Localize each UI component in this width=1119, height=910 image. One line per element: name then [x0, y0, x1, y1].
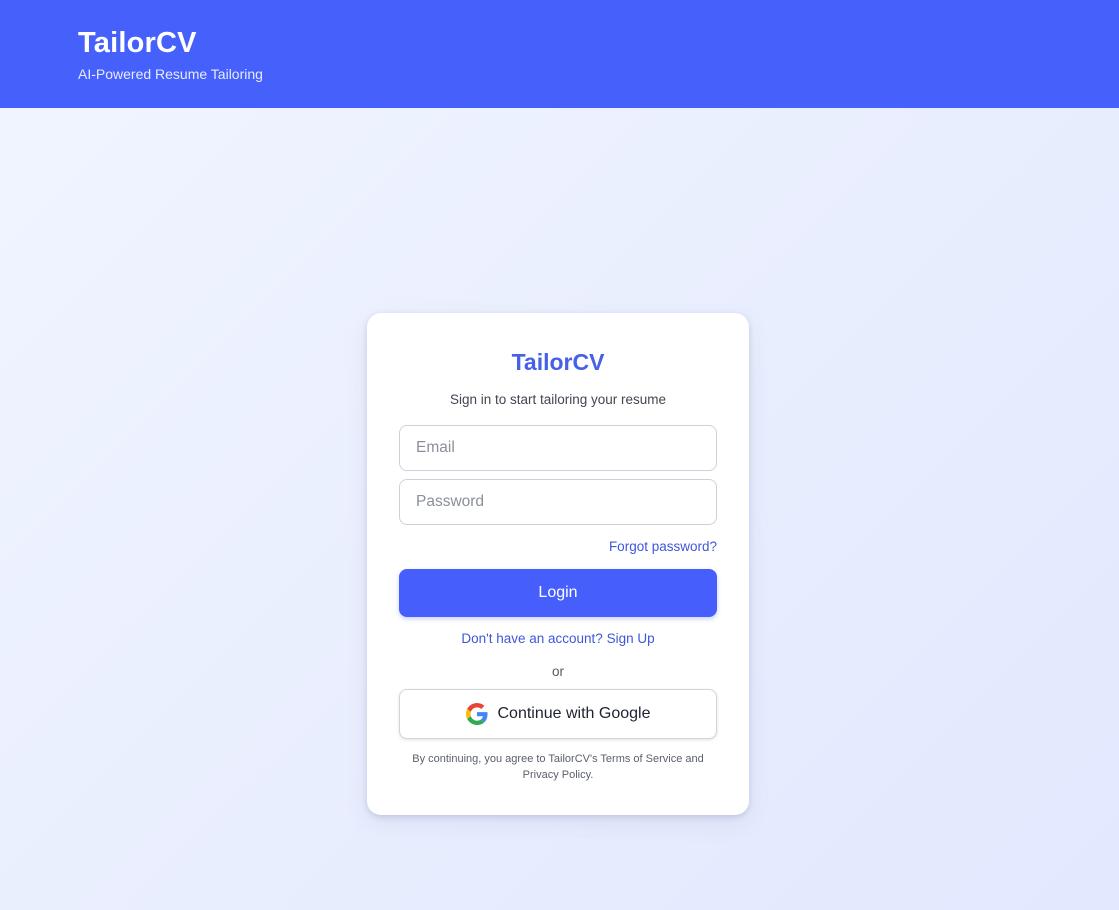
- forgot-password-link[interactable]: Forgot password?: [609, 538, 717, 555]
- google-icon: [465, 703, 488, 725]
- legal-notice: By continuing, you agree to TailorCV's T…: [391, 751, 725, 783]
- card-title: TailorCV: [511, 349, 605, 375]
- legal-text-line-2: Privacy Policy.: [522, 769, 594, 781]
- brand-title: TailorCV: [78, 27, 197, 59]
- email-field[interactable]: [399, 425, 717, 471]
- password-field[interactable]: [399, 479, 717, 525]
- legal-text-line-1: By continuing, you agree to TailorCV's T…: [412, 753, 704, 765]
- login-card: TailorCV Sign in to start tailoring your…: [367, 313, 749, 815]
- app-header: TailorCV AI-Powered Resume Tailoring: [0, 0, 1119, 108]
- login-button[interactable]: Login: [399, 569, 717, 617]
- google-button-label: Continue with Google: [497, 705, 651, 722]
- continue-with-google-button[interactable]: Continue with Google: [399, 689, 717, 739]
- or-divider: or: [551, 664, 564, 679]
- sign-up-link[interactable]: Don't have an account? Sign Up: [367, 630, 749, 647]
- card-subtitle: Sign in to start tailoring your resume: [449, 392, 667, 407]
- brand-tagline: AI-Powered Resume Tailoring: [78, 66, 263, 82]
